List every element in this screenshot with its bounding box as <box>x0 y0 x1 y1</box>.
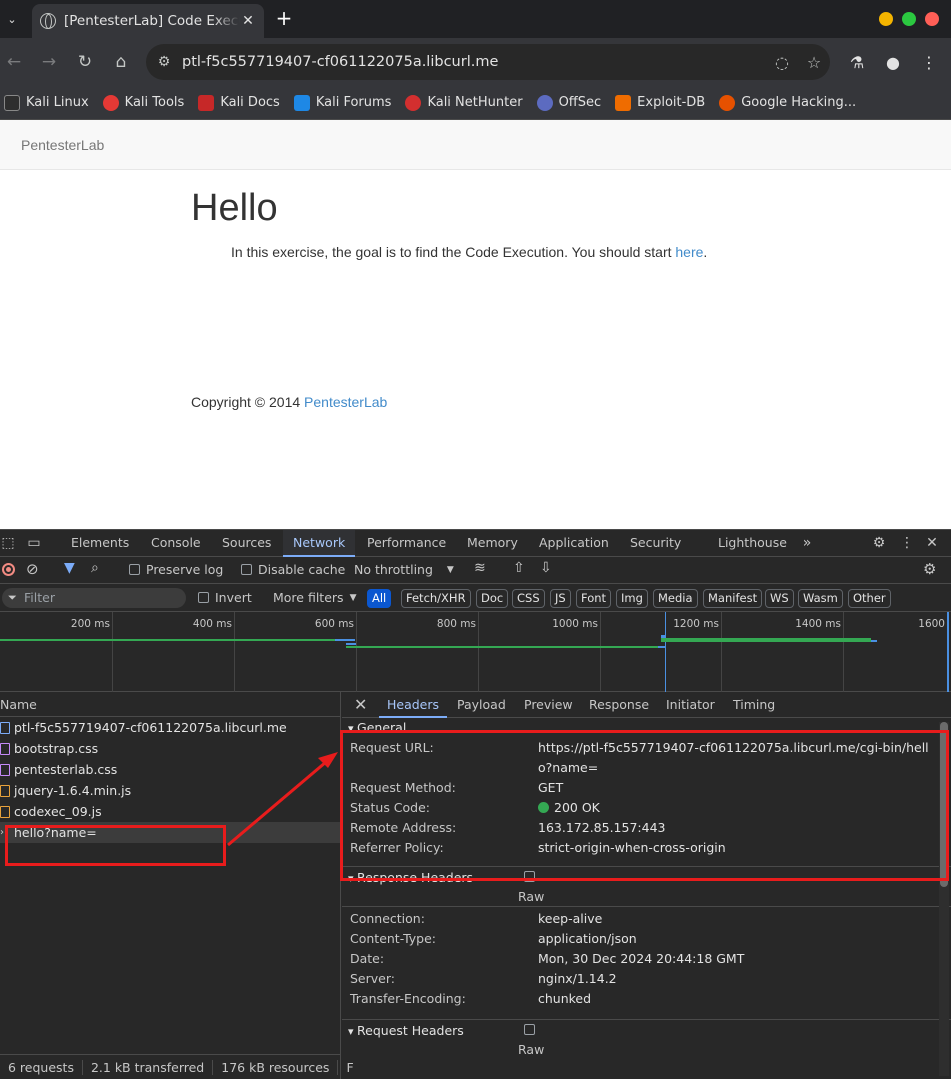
annotation-arrow-line <box>227 760 327 847</box>
annotation-arrow <box>227 752 338 847</box>
